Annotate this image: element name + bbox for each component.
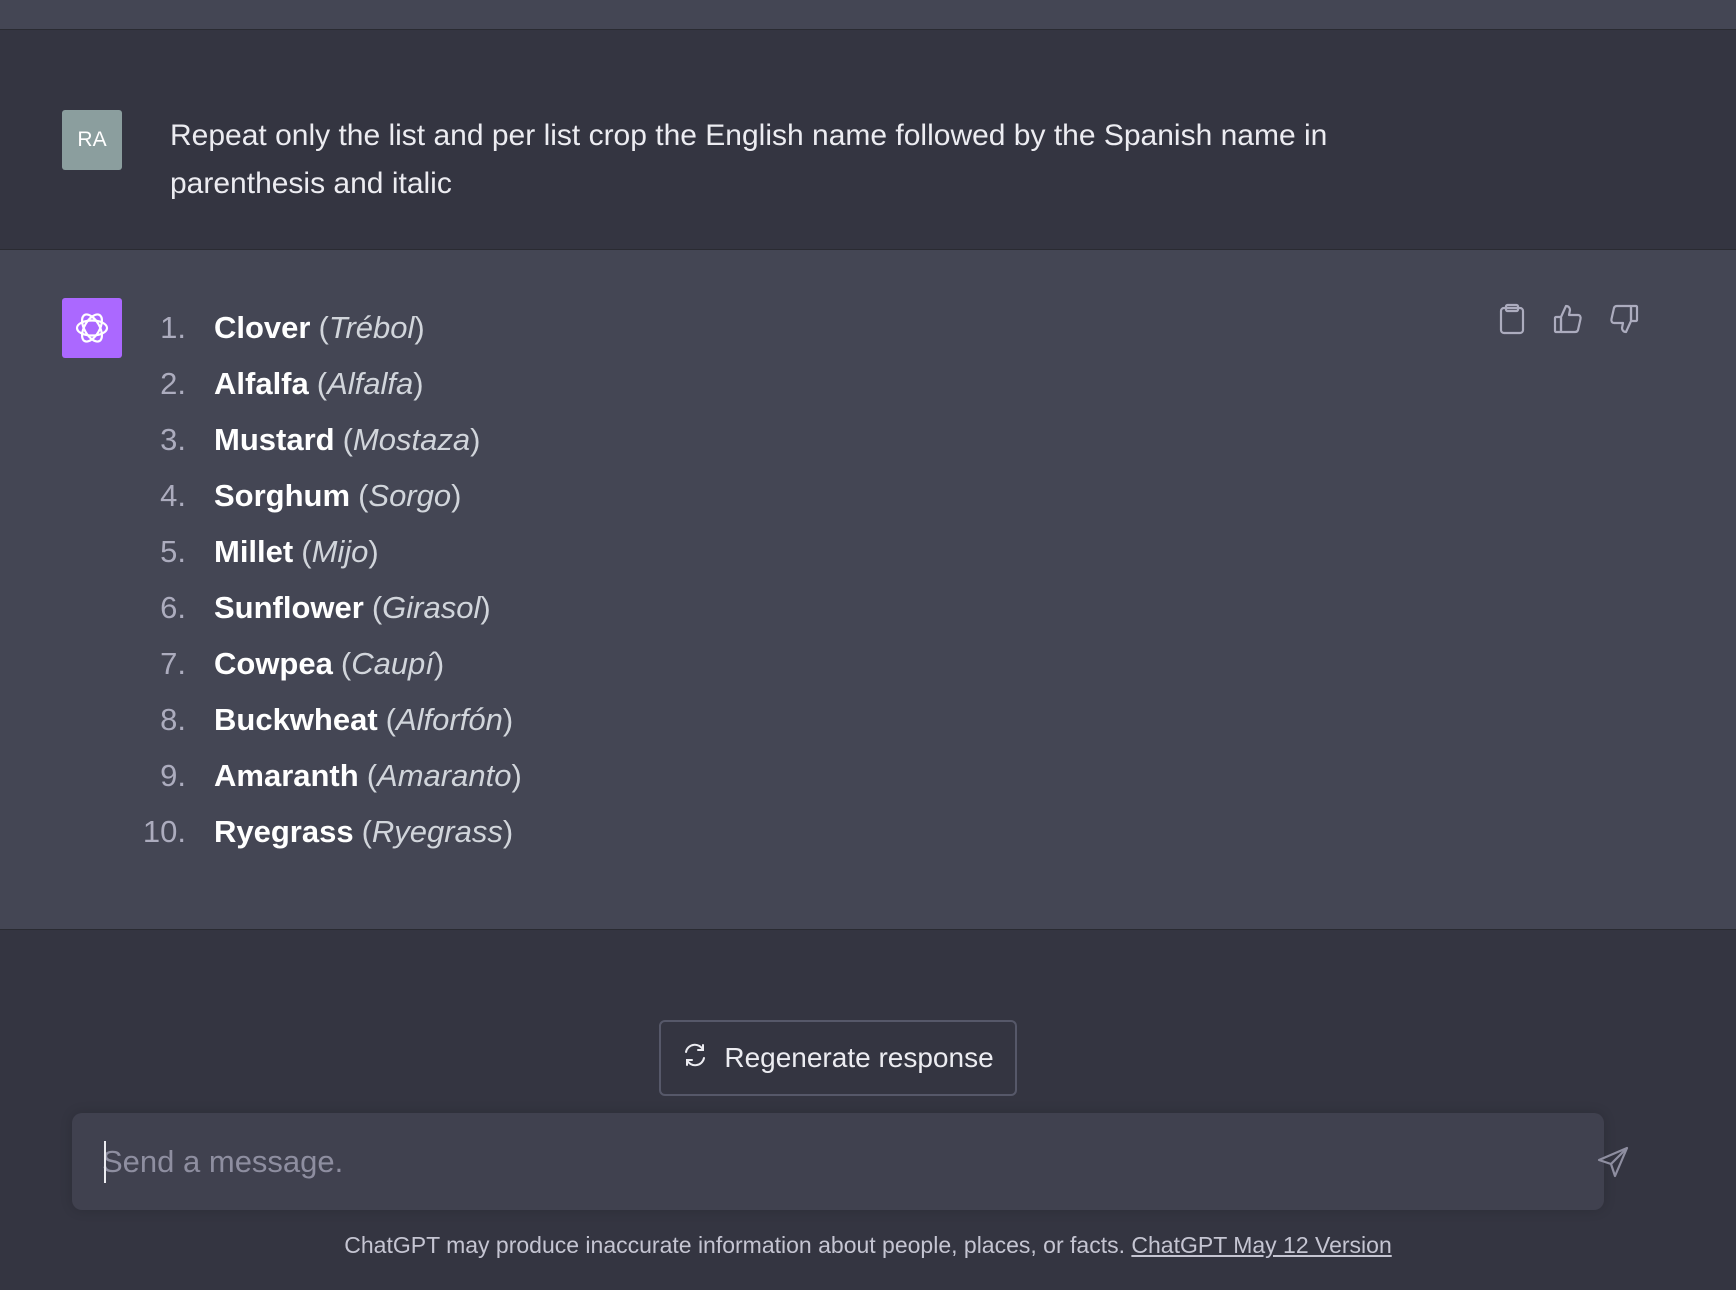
message-composer — [72, 1113, 1629, 1210]
list-item: 7. Cowpea (Caupí) — [130, 636, 1030, 692]
list-item: 8. Buckwheat (Alforfón) — [130, 692, 1030, 748]
disclaimer-text: ChatGPT may produce inaccurate informati… — [344, 1232, 1132, 1258]
spanish-name-wrapper: (Alfalfa) — [316, 366, 424, 401]
english-name: Clover — [214, 310, 311, 345]
clipboard-icon[interactable] — [1495, 302, 1529, 336]
english-name: Sorghum — [214, 478, 351, 513]
list-item: 9. Amaranth (Amaranto) — [130, 748, 1030, 804]
english-name: Sunflower — [214, 590, 364, 625]
thumbs-down-icon[interactable] — [1607, 302, 1641, 336]
spanish-name: Alfalfa — [327, 366, 414, 401]
spanish-name: Mostaza — [352, 422, 471, 457]
spanish-name-wrapper: (Caupí) — [340, 646, 445, 681]
list-item: 10. Ryegrass (Ryegrass) — [130, 804, 1030, 860]
disclaimer-footer: ChatGPT may produce inaccurate informati… — [0, 1232, 1736, 1259]
spanish-name-wrapper: (Amaranto) — [366, 758, 522, 793]
english-name: Buckwheat — [214, 702, 378, 737]
english-name: Cowpea — [214, 646, 333, 681]
top-bar — [0, 0, 1736, 30]
spanish-name-wrapper: (Mostaza) — [342, 422, 481, 457]
list-item-number: 9. — [160, 758, 186, 793]
spanish-name: Sorgo — [368, 478, 452, 513]
list-item: 1. Clover (Trébol) — [130, 300, 1030, 356]
list-item: 2. Alfalfa (Alfalfa) — [130, 356, 1030, 412]
list-item: 3. Mustard (Mostaza) — [130, 412, 1030, 468]
refresh-icon — [682, 1042, 708, 1075]
spanish-name-wrapper: (Trébol) — [318, 310, 425, 345]
list-item-number: 7. — [160, 646, 186, 681]
spanish-name: Girasol — [382, 590, 481, 625]
spanish-name: Amaranto — [377, 758, 512, 793]
text-caret — [104, 1141, 106, 1183]
list-item-number: 3. — [160, 422, 186, 457]
spanish-name: Alforfón — [396, 702, 503, 737]
spanish-name-wrapper: (Girasol) — [371, 590, 491, 625]
list-item-number: 8. — [160, 702, 186, 737]
english-name: Amaranth — [214, 758, 359, 793]
english-name: Mustard — [214, 422, 335, 457]
spanish-name: Trébol — [328, 310, 415, 345]
list-item: 6. Sunflower (Girasol) — [130, 580, 1030, 636]
spanish-name: Mijo — [311, 534, 369, 569]
english-name: Ryegrass — [214, 814, 354, 849]
spanish-name: Caupí — [351, 646, 434, 681]
send-icon[interactable] — [1592, 1141, 1634, 1183]
list-item-number: 4. — [160, 478, 186, 513]
english-name: Alfalfa — [214, 366, 309, 401]
list-item: 4. Sorghum (Sorgo) — [130, 468, 1030, 524]
list-item-number: 5. — [160, 534, 186, 569]
spanish-name-wrapper: (Alforfón) — [385, 702, 514, 737]
user-avatar-initials: RA — [77, 128, 107, 151]
list-item-number: 1. — [160, 310, 186, 345]
message-actions — [1495, 302, 1641, 336]
list-item-number: 6. — [160, 590, 186, 625]
regenerate-response-button[interactable]: Regenerate response — [659, 1020, 1017, 1096]
message-input[interactable] — [102, 1113, 1502, 1210]
user-message-text: Repeat only the list and per list crop t… — [170, 119, 1328, 200]
spanish-name: Ryegrass — [371, 814, 503, 849]
list-item-number: 2. — [160, 366, 186, 401]
list-item: 5. Millet (Mijo) — [130, 524, 1030, 580]
answer-list: 1. Clover (Trébol) 2. Alfalfa (Alfalfa) 3. Must… — [130, 300, 1030, 860]
spanish-name-wrapper: (Mijo) — [301, 534, 379, 569]
spanish-name-wrapper: (Ryegrass) — [361, 814, 514, 849]
version-link[interactable]: ChatGPT May 12 Version — [1131, 1232, 1391, 1258]
thumbs-up-icon[interactable] — [1551, 302, 1585, 336]
user-avatar: RA — [62, 110, 122, 170]
regenerate-label: Regenerate response — [724, 1042, 994, 1073]
openai-logo-icon — [62, 298, 122, 358]
list-item-number: 10. — [142, 814, 186, 849]
user-message-row: RA Repeat only the list and per list cro… — [0, 30, 1736, 250]
spanish-name-wrapper: (Sorgo) — [358, 478, 462, 513]
english-name: Millet — [214, 534, 294, 569]
